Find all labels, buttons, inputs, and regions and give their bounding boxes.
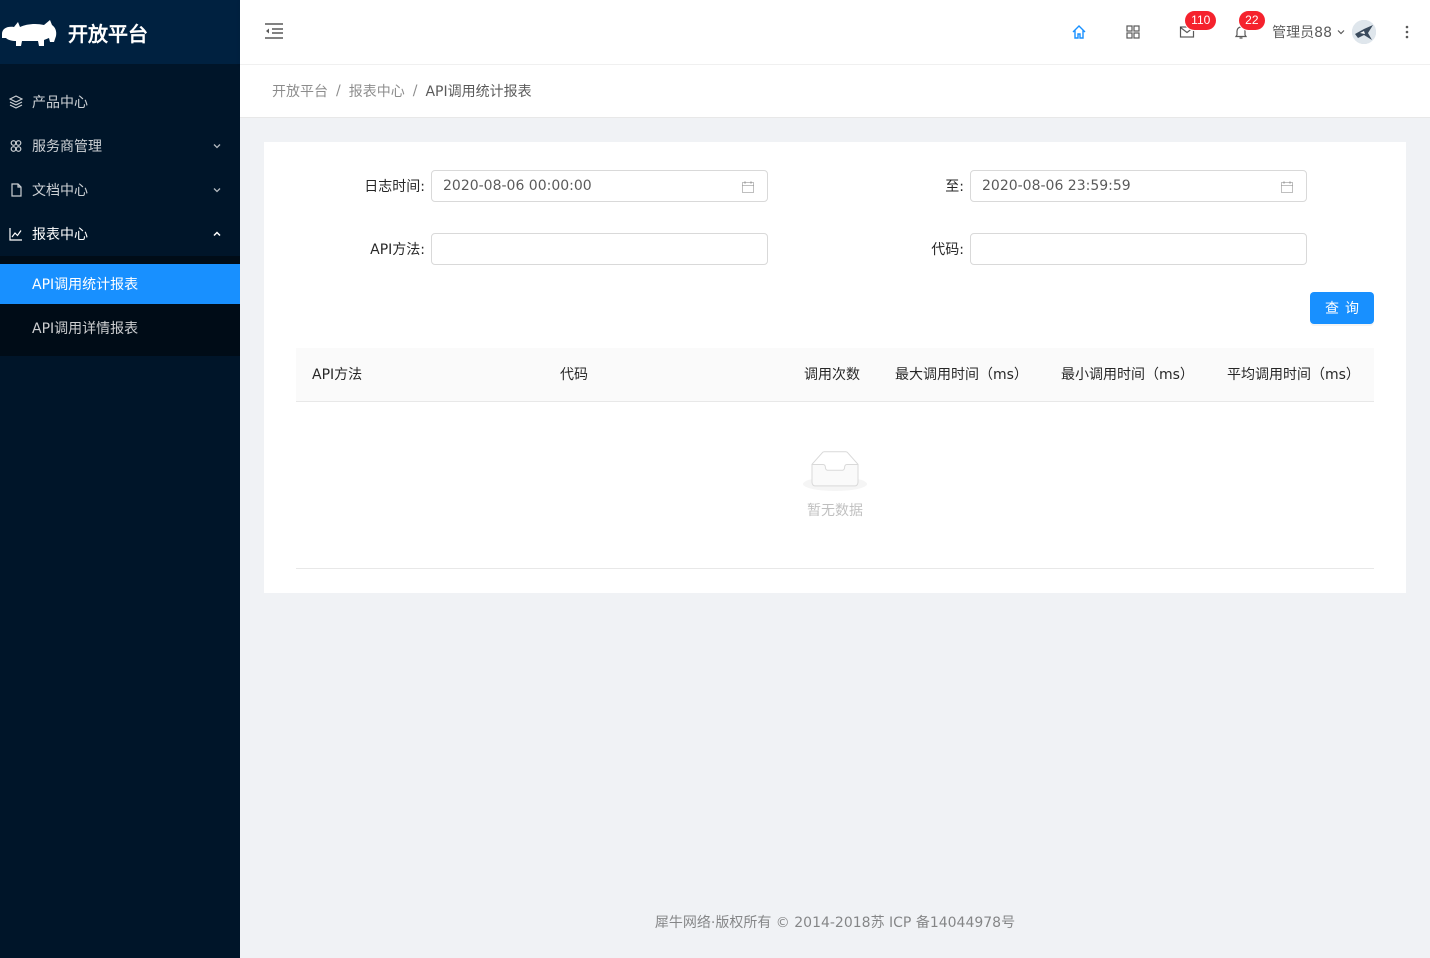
sidebar: 开放平台 产品中心 服务商管理 文档中心 报表中心 API调用统计报表 API调… xyxy=(0,0,240,958)
header-actions: 110 22 管理员88 xyxy=(1052,0,1430,64)
empty-text: 暂无数据 xyxy=(807,502,863,519)
appstore-icon xyxy=(1126,25,1140,39)
sidebar-item-providers[interactable]: 服务商管理 xyxy=(0,124,240,168)
table-empty-state: 暂无数据 xyxy=(296,402,1374,569)
team-icon xyxy=(8,138,24,154)
top-header: 110 22 管理员88 xyxy=(240,0,1430,64)
sidebar-item-label: 服务商管理 xyxy=(32,139,102,155)
calendar-icon xyxy=(1281,181,1293,193)
chevron-up-icon xyxy=(213,231,221,237)
api-method-label: API方法: xyxy=(370,242,425,258)
sidebar-subitem-api-details[interactable]: API调用详情报表 xyxy=(0,308,240,348)
rhino-logo-icon xyxy=(2,20,57,46)
user-name: 管理员88 xyxy=(1272,25,1332,41)
log-time-row: 日志时间: 2020-08-06 00:00:00 xyxy=(264,170,768,202)
footer-copyright: 犀牛网络·版权所有 © 2014-2018苏 ICP 备14044978号 xyxy=(654,915,1016,931)
layers-icon xyxy=(8,94,24,110)
chevron-down-icon xyxy=(213,188,221,193)
breadcrumb-item[interactable]: 报表中心 xyxy=(349,81,405,101)
column-header: API方法 xyxy=(312,367,363,383)
sidebar-item-label: 文档中心 xyxy=(32,183,88,199)
stats-table: API方法 代码 调用次数 最大调用时间（ms） 最小调用时间（ms） 平均调用… xyxy=(296,348,1374,569)
user-dropdown[interactable]: 管理员88 xyxy=(1268,0,1384,64)
code-input[interactable] xyxy=(970,233,1307,265)
file-icon xyxy=(8,182,24,198)
column-header: 最大调用时间（ms） xyxy=(895,367,1028,383)
end-time-value: 2020-08-06 23:59:59 xyxy=(982,178,1131,194)
mail-badge: 110 xyxy=(1185,11,1217,30)
calendar-icon xyxy=(742,181,754,193)
log-time-label: 日志时间: xyxy=(364,179,425,195)
breadcrumb-current: API调用统计报表 xyxy=(425,84,532,100)
line-chart-icon xyxy=(8,226,24,242)
report-card: 日志时间: 2020-08-06 00:00:00 至: 2020-08-06 … xyxy=(264,142,1406,593)
sidebar-item-reports[interactable]: 报表中心 xyxy=(0,212,240,256)
sidebar-item-docs[interactable]: 文档中心 xyxy=(0,168,240,212)
notification-badge: 22 xyxy=(1239,11,1265,30)
reports-submenu: API调用统计报表 API调用详情报表 xyxy=(0,256,240,356)
breadcrumb-item[interactable]: 开放平台 xyxy=(272,81,328,101)
column-header: 最小调用时间（ms） xyxy=(1061,367,1194,383)
home-icon xyxy=(1072,25,1086,39)
sidebar-item-products[interactable]: 产品中心 xyxy=(0,80,240,124)
sidebar-subitem-api-stats[interactable]: API调用统计报表 xyxy=(0,264,240,304)
breadcrumb-separator: / xyxy=(336,83,341,99)
api-method-input[interactable] xyxy=(431,233,768,265)
sidebar-item-label: 产品中心 xyxy=(32,95,88,111)
empty-inbox-icon xyxy=(803,450,867,491)
sidebar-subitem-label: API调用详情报表 xyxy=(32,321,139,337)
end-time-row: 至: 2020-08-06 23:59:59 xyxy=(803,170,1307,202)
start-time-value: 2020-08-06 00:00:00 xyxy=(443,178,592,194)
apps-button[interactable] xyxy=(1106,0,1160,64)
to-label: 至: xyxy=(945,179,964,195)
end-time-picker[interactable]: 2020-08-06 23:59:59 xyxy=(970,170,1307,202)
start-time-picker[interactable]: 2020-08-06 00:00:00 xyxy=(431,170,768,202)
app-title: 开放平台 xyxy=(68,21,148,46)
side-menu: 产品中心 服务商管理 文档中心 报表中心 API调用统计报表 API调用详情报表 xyxy=(0,64,240,356)
notification-button[interactable]: 22 xyxy=(1214,0,1268,64)
more-button[interactable] xyxy=(1384,0,1430,64)
breadcrumb-separator: / xyxy=(412,83,418,99)
code-label: 代码: xyxy=(931,242,964,258)
sidebar-subitem-label: API调用统计报表 xyxy=(32,277,139,293)
home-button[interactable] xyxy=(1052,0,1106,64)
api-method-row: API方法: xyxy=(264,233,768,265)
user-avatar-image xyxy=(1352,20,1376,44)
table-header: API方法 代码 调用次数 最大调用时间（ms） 最小调用时间（ms） 平均调用… xyxy=(296,348,1374,402)
mail-button[interactable]: 110 xyxy=(1160,0,1217,64)
query-button[interactable]: 查询 xyxy=(1310,292,1374,324)
menu-fold-icon[interactable] xyxy=(264,21,284,41)
chevron-down-icon xyxy=(213,144,221,149)
sidebar-item-label: 报表中心 xyxy=(32,227,88,243)
chevron-down-icon xyxy=(1337,30,1345,35)
column-header: 平均调用时间（ms） xyxy=(1227,367,1360,383)
avatar[interactable] xyxy=(1352,20,1376,44)
code-row: 代码: xyxy=(803,233,1307,265)
more-vertical-icon xyxy=(1405,25,1409,39)
column-header: 调用次数 xyxy=(804,367,860,383)
breadcrumb: 开放平台 / 报表中心 / API调用统计报表 xyxy=(240,64,1430,118)
column-header: 代码 xyxy=(560,367,588,383)
logo[interactable]: 开放平台 xyxy=(0,0,240,64)
